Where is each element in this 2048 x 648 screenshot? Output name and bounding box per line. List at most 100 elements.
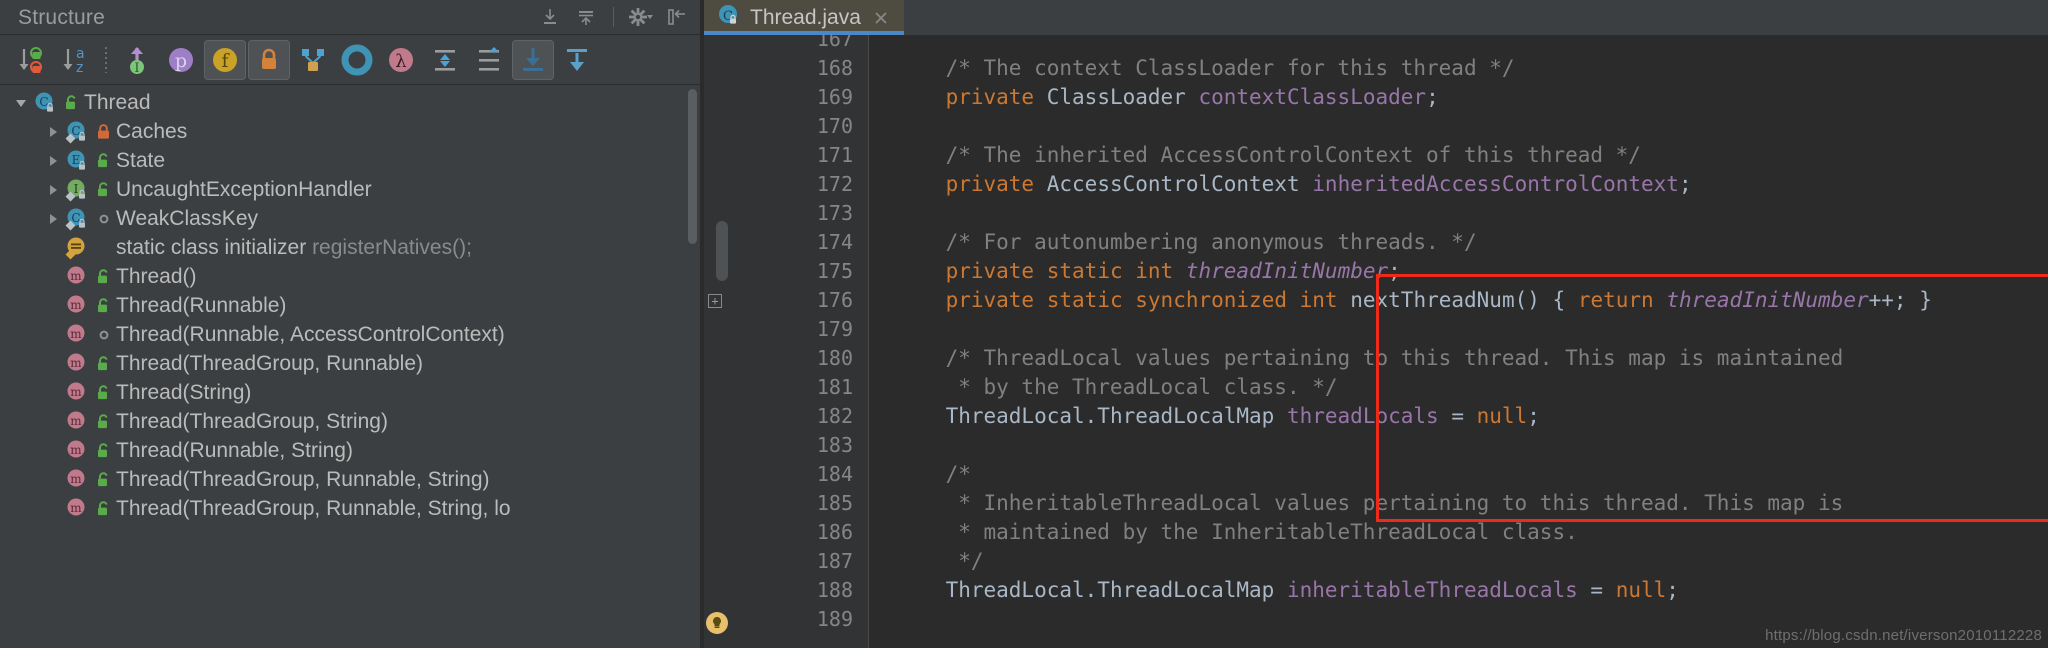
group-by-implementation-button[interactable] [292,40,334,80]
show-properties-button[interactable]: p [160,40,202,80]
gutter-line[interactable]: +176 [704,286,869,315]
code-line[interactable]: /* [869,460,2048,489]
tree-item[interactable]: C Caches [0,117,700,146]
code-fold-region-strip[interactable] [716,221,728,281]
tree-item[interactable]: C Thread [0,88,700,117]
settings-gear-icon[interactable] [628,4,654,30]
structure-tree[interactable]: C Thread C Caches E State I UncaughtExceptionHa… [0,85,700,648]
gutter-line[interactable]: 183 [704,431,869,460]
gutter-line[interactable]: 171 [704,141,869,170]
expand-all-icon[interactable] [537,4,563,30]
gutter-line[interactable]: 168 [704,54,869,83]
code-line[interactable]: private static int threadInitNumber; [869,257,2048,286]
code-line[interactable]: ThreadLocal.ThreadLocalMap threadLocals … [869,402,2048,431]
method-icon: m [64,465,92,494]
code-line[interactable] [869,199,2048,228]
hide-tool-window-icon[interactable] [664,4,690,30]
code-line[interactable]: /* The inherited AccessControlContext of… [869,141,2048,170]
code-line[interactable]: */ [869,547,2048,576]
code-line[interactable]: /* ThreadLocal values pertaining to this… [869,344,2048,373]
code-fold-toggle-icon[interactable]: + [708,294,722,308]
code-line[interactable]: * InheritableThreadLocal values pertaini… [869,489,2048,518]
sort-alphabetically-button[interactable]: a z [54,40,96,80]
tree-item[interactable]: m Thread(ThreadGroup, Runnable) [0,349,700,378]
gutter-line[interactable]: 182 [704,402,869,431]
expand-all-button[interactable] [424,40,466,80]
structure-scrollbar-thumb[interactable] [688,89,697,244]
gutter-line[interactable]: 175 [704,257,869,286]
toolbar-divider [613,7,614,27]
autoscroll-from-source-button[interactable] [556,40,598,80]
show-non-public-button[interactable] [248,39,290,80]
code-line[interactable]: private static synchronized int nextThre… [869,286,2048,315]
gutter-line[interactable]: 169 [704,83,869,112]
editor-body[interactable]: 167 168 169 170 171 172 173 174 175 +176 179 180 181… [704,35,2048,648]
sort-by-visibility-button[interactable] [10,40,52,80]
tree-item[interactable]: m Thread(ThreadGroup, Runnable, String) [0,465,700,494]
method-icon: m [64,436,92,465]
gutter-line[interactable]: 173 [704,199,869,228]
tree-expand-arrow-icon[interactable] [42,175,64,204]
code-token: ThreadLocal.ThreadLocalMap [945,404,1275,428]
tree-expand-arrow-icon[interactable] [10,88,32,117]
code-token: return [1577,288,1654,312]
tree-item[interactable]: I UncaughtExceptionHandler [0,175,700,204]
gutter-line[interactable]: 181 [704,373,869,402]
tree-item[interactable]: m Thread(Runnable, AccessControlContext) [0,320,700,349]
collapse-all-icon[interactable] [573,4,599,30]
editor-tab-thread-java[interactable]: C Thread.java [704,0,904,35]
code-line[interactable]: private ClassLoader contextClassLoader; [869,83,2048,112]
gutter-line[interactable]: 174 [704,228,869,257]
tree-item[interactable]: C WeakClassKey [0,204,700,233]
tree-item[interactable]: m Thread(Runnable) [0,291,700,320]
code-line[interactable]: private AccessControlContext inheritedAc… [869,170,2048,199]
code-line[interactable]: * by the ThreadLocal class. */ [869,373,2048,402]
show-fields-button[interactable]: f [204,39,246,80]
editor-gutter[interactable]: 167 168 169 170 171 172 173 174 175 +176 179 180 181… [704,35,869,648]
intention-bulb-icon[interactable] [706,612,728,634]
tree-expand-arrow-icon [42,320,64,349]
close-icon[interactable] [870,7,892,29]
tree-item[interactable]: E State [0,146,700,175]
code-line[interactable] [869,315,2048,344]
code-content[interactable]: /* The context ClassLoader for this thre… [869,35,2048,648]
gutter-line[interactable]: 189 [704,605,869,634]
svg-text:m: m [70,298,82,312]
gutter-line[interactable]: 186 [704,518,869,547]
tree-item[interactable]: m Thread(Runnable, String) [0,436,700,465]
autoscroll-to-source-button[interactable] [512,39,554,80]
gutter-line[interactable]: 188 [704,576,869,605]
gutter-line[interactable]: 187 [704,547,869,576]
show-lambdas-button[interactable]: λ [380,40,422,80]
code-line[interactable]: * maintained by the InheritableThreadLoc… [869,518,2048,547]
code-token: threadInitNumber [1185,259,1389,283]
svg-text:z: z [76,60,83,76]
gutter-line[interactable]: 170 [704,112,869,141]
collapse-all-button[interactable] [468,40,510,80]
tree-expand-arrow-icon[interactable] [42,204,64,233]
svg-text:m: m [70,327,82,341]
tree-item[interactable]: m Thread(ThreadGroup, String) [0,407,700,436]
code-line[interactable]: ThreadLocal.ThreadLocalMap inheritableTh… [869,576,2048,605]
gutter-line[interactable]: 185 [704,489,869,518]
code-line[interactable] [869,112,2048,141]
gutter-line[interactable]: 179 [704,315,869,344]
tree-expand-arrow-icon[interactable] [42,146,64,175]
tree-item[interactable]: m Thread(ThreadGroup, Runnable, String, l… [0,494,700,523]
tree-expand-arrow-icon[interactable] [42,117,64,146]
code-line[interactable]: /* The context ClassLoader for this thre… [869,54,2048,83]
tree-item[interactable]: m Thread() [0,262,700,291]
gutter-line[interactable]: 180 [704,344,869,373]
gutter-line[interactable]: 172 [704,170,869,199]
code-line[interactable]: /* For autonumbering anonymous threads. … [869,228,2048,257]
tree-item[interactable]: m Thread(String) [0,378,700,407]
tree-item[interactable]: static class initializer registerNatives… [0,233,700,262]
show-anonymous-classes-button[interactable] [336,40,378,80]
show-inherited-button[interactable]: I [116,40,158,80]
code-line[interactable] [869,431,2048,460]
gutter-line[interactable]: 184 [704,460,869,489]
